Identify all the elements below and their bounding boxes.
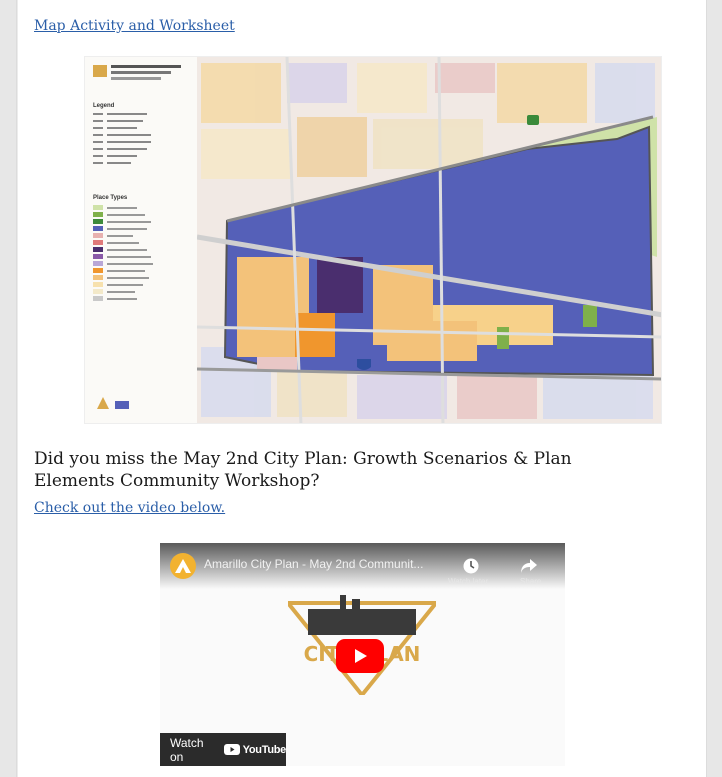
youtube-wordmark: YouTube <box>242 743 287 756</box>
channel-logo-icon <box>175 559 191 573</box>
left-gutter <box>0 0 17 777</box>
share-button[interactable] <box>516 553 542 579</box>
page-content: Map Activity and Worksheet Legend Place … <box>18 0 706 777</box>
map-area <box>196 57 661 423</box>
right-gutter <box>706 0 722 777</box>
map-graphic <box>196 57 661 423</box>
neighborhood-map-image: Legend Place Types <box>84 56 662 424</box>
legend-heading: Legend <box>93 103 115 109</box>
share-arrow-icon <box>521 559 537 573</box>
watch-on-label: Watch on <box>170 735 204 764</box>
youtube-play-icon <box>223 744 240 755</box>
watch-on-youtube-button[interactable]: Watch on YouTube <box>160 733 286 766</box>
place-types-heading: Place Types <box>93 195 128 201</box>
play-button[interactable] <box>336 639 384 673</box>
play-icon <box>336 639 384 673</box>
highway-marker-icon <box>527 115 539 125</box>
clock-icon <box>463 558 479 574</box>
channel-avatar[interactable] <box>170 553 196 579</box>
youtube-video-embed[interactable]: Amarillo City Plan - May 2nd Communit...… <box>160 543 565 766</box>
workshop-headline: Did you miss the May 2nd City Plan: Grow… <box>34 449 572 491</box>
map-legend: Legend Place Types <box>85 57 197 423</box>
video-title[interactable]: Amarillo City Plan - May 2nd Communit... <box>204 557 444 571</box>
check-out-video-link[interactable]: Check out the video below. <box>34 500 225 516</box>
amarillo-logo-icon <box>97 397 109 409</box>
map-legend-graphic: Legend Place Types <box>93 65 181 409</box>
youtube-logo: YouTube <box>223 743 287 756</box>
interstate-shield-icon <box>357 359 371 370</box>
share-caption: Share <box>520 577 542 586</box>
map-activity-link[interactable]: Map Activity and Worksheet <box>34 18 235 34</box>
watch-later-button[interactable] <box>458 553 484 579</box>
watch-later-caption: Watch later <box>448 577 489 586</box>
